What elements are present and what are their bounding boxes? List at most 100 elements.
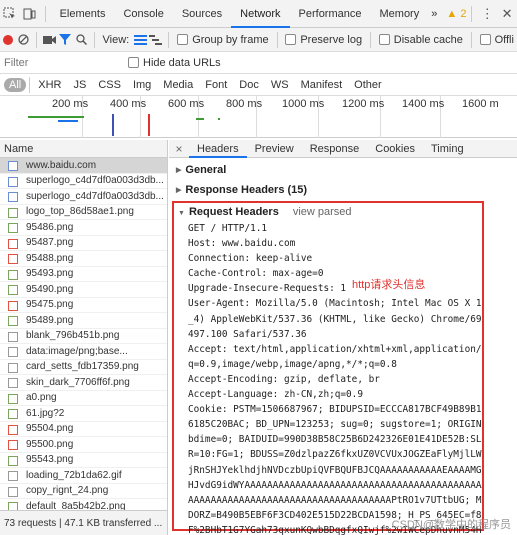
tab-cookies[interactable]: Cookies xyxy=(367,140,423,158)
name-column-header[interactable]: Name xyxy=(0,140,168,158)
request-row[interactable]: 95486.png xyxy=(0,220,167,236)
request-row[interactable]: copy_rignt_24.png xyxy=(0,484,167,499)
image-file-icon xyxy=(8,207,18,218)
group-by-frame-checkbox[interactable]: Group by frame xyxy=(174,34,271,46)
type-doc[interactable]: Doc xyxy=(234,78,264,92)
document-file-icon xyxy=(8,161,18,171)
checkbox-box xyxy=(378,34,390,45)
type-xhr[interactable]: XHR xyxy=(33,78,66,92)
tab-network[interactable]: Network xyxy=(231,0,290,28)
request-name: data:image/png;base... xyxy=(26,345,128,357)
inspect-element-icon[interactable] xyxy=(0,0,20,28)
request-row[interactable]: 95504.png xyxy=(0,422,167,437)
type-media[interactable]: Media xyxy=(158,78,198,92)
disable-cache-checkbox[interactable]: Disable cache xyxy=(376,34,466,46)
expand-triangle-icon: ▶ xyxy=(176,167,182,174)
request-name: card_setts_fdb17359.png xyxy=(26,361,139,372)
request-row[interactable]: default_8a5b42b2.png xyxy=(0,499,167,510)
camera-icon[interactable] xyxy=(42,26,58,54)
type-manifest[interactable]: Manifest xyxy=(296,78,348,92)
close-detail-icon[interactable]: × xyxy=(169,142,189,156)
device-toggle-icon[interactable] xyxy=(20,0,40,28)
more-tabs-button[interactable]: » xyxy=(428,0,440,28)
warning-badge[interactable]: ▲ 2 xyxy=(446,8,466,20)
request-name: blank_796b451b.png xyxy=(26,330,120,341)
request-row[interactable]: 95500.png xyxy=(0,437,167,453)
response-headers-section-toggle[interactable]: ▶ Response Headers (15) xyxy=(172,180,517,200)
record-icon[interactable] xyxy=(0,26,16,54)
filter-bar: Hide data URLs xyxy=(0,52,517,74)
request-row[interactable]: 95487.png xyxy=(0,236,167,251)
tab-response[interactable]: Response xyxy=(302,140,368,158)
document-file-icon xyxy=(8,176,18,187)
request-row[interactable]: 95475.png xyxy=(0,298,167,313)
request-row[interactable]: 95493.png xyxy=(0,267,167,282)
image-file-icon xyxy=(8,362,18,373)
search-icon[interactable] xyxy=(73,26,89,54)
timeline-overview[interactable]: 200 ms 400 ms 600 ms 800 ms 1000 ms 1200… xyxy=(0,96,517,138)
type-js[interactable]: JS xyxy=(68,78,91,92)
type-all[interactable]: All xyxy=(4,77,27,92)
request-row[interactable]: 95490.png xyxy=(0,282,167,298)
request-name: default_8a5b42b2.png xyxy=(26,500,126,511)
kebab-menu-icon[interactable]: ⋮ xyxy=(477,0,497,28)
filter-input[interactable] xyxy=(0,53,125,72)
request-name: 95493.png xyxy=(26,268,74,279)
timeline-tick-label: 400 ms xyxy=(110,98,147,110)
type-other[interactable]: Other xyxy=(349,78,387,92)
type-img[interactable]: Img xyxy=(128,78,156,92)
large-rows-icon[interactable] xyxy=(132,26,148,54)
waterfall-overview-icon[interactable] xyxy=(148,26,164,54)
filter-icon[interactable] xyxy=(58,26,74,54)
type-ws[interactable]: WS xyxy=(266,78,294,92)
timeline-activity-bar xyxy=(58,120,78,122)
request-row[interactable]: skin_dark_7706ff6f.png xyxy=(0,375,167,391)
request-row[interactable]: data:image/png;base... xyxy=(0,344,167,360)
detail-tabs: × Headers Preview Response Cookies Timin… xyxy=(169,140,517,158)
preserve-log-checkbox[interactable]: Preserve log xyxy=(282,34,365,46)
request-name: 95543.png xyxy=(26,454,74,465)
request-row[interactable]: superlogo_c4d7df0a003d3db... xyxy=(0,189,167,205)
request-row[interactable]: card_setts_fdb17359.png xyxy=(0,360,167,375)
tab-sources[interactable]: Sources xyxy=(173,0,231,28)
request-row[interactable]: superlogo_c4d7df0a003d3db... xyxy=(0,174,167,189)
request-headers-section-toggle[interactable]: ▼ Request Headers view parsed xyxy=(174,203,482,221)
timeline-tick-label: 1000 ms xyxy=(282,98,325,110)
tab-console[interactable]: Console xyxy=(114,0,172,28)
request-row[interactable]: blank_796b451b.png xyxy=(0,329,167,344)
request-row[interactable]: 95543.png xyxy=(0,453,167,468)
type-css[interactable]: CSS xyxy=(93,78,126,92)
tab-elements[interactable]: Elements xyxy=(51,0,115,28)
collapse-triangle-icon: ▼ xyxy=(178,210,185,217)
request-row[interactable]: 61.jpg?2 xyxy=(0,406,167,422)
request-row[interactable]: www.baidu.com xyxy=(0,158,167,174)
image-file-icon xyxy=(8,424,18,435)
tab-preview[interactable]: Preview xyxy=(247,140,302,158)
tab-timing[interactable]: Timing xyxy=(423,140,472,158)
tab-headers[interactable]: Headers xyxy=(189,140,247,158)
tab-performance[interactable]: Performance xyxy=(290,0,371,28)
request-name: 95504.png xyxy=(26,423,74,434)
request-row[interactable]: loading_72b1da62.gif xyxy=(0,468,167,484)
close-devtools-icon[interactable]: ✕ xyxy=(497,0,517,28)
request-name: copy_rignt_24.png xyxy=(26,485,109,496)
view-parsed-link[interactable]: view parsed xyxy=(293,206,352,218)
hide-data-urls-checkbox[interactable]: Hide data URLs xyxy=(125,57,224,69)
request-row[interactable]: logo_top_86d58ae1.png xyxy=(0,205,167,220)
request-header-line: Cookie: PSTM=1506687967; BIDUPSID=ECCCA8… xyxy=(188,404,482,416)
request-name: 95486.png xyxy=(26,221,74,233)
tab-memory[interactable]: Memory xyxy=(371,0,429,28)
image-file-icon xyxy=(8,285,18,295)
offline-checkbox[interactable]: Offli xyxy=(477,34,517,46)
request-row[interactable]: 95489.png xyxy=(0,313,167,329)
image-file-icon xyxy=(8,347,18,357)
request-row[interactable]: 95488.png xyxy=(0,251,167,267)
request-header-line: Accept: text/html,application/xhtml+xml,… xyxy=(188,343,482,355)
image-file-icon xyxy=(8,378,18,388)
clear-icon[interactable] xyxy=(16,26,32,54)
type-font[interactable]: Font xyxy=(200,78,232,92)
toolbar-divider xyxy=(29,76,31,93)
request-row[interactable]: a0.png xyxy=(0,391,167,406)
image-file-icon xyxy=(8,238,18,249)
general-section-toggle[interactable]: ▶ General xyxy=(172,160,517,180)
